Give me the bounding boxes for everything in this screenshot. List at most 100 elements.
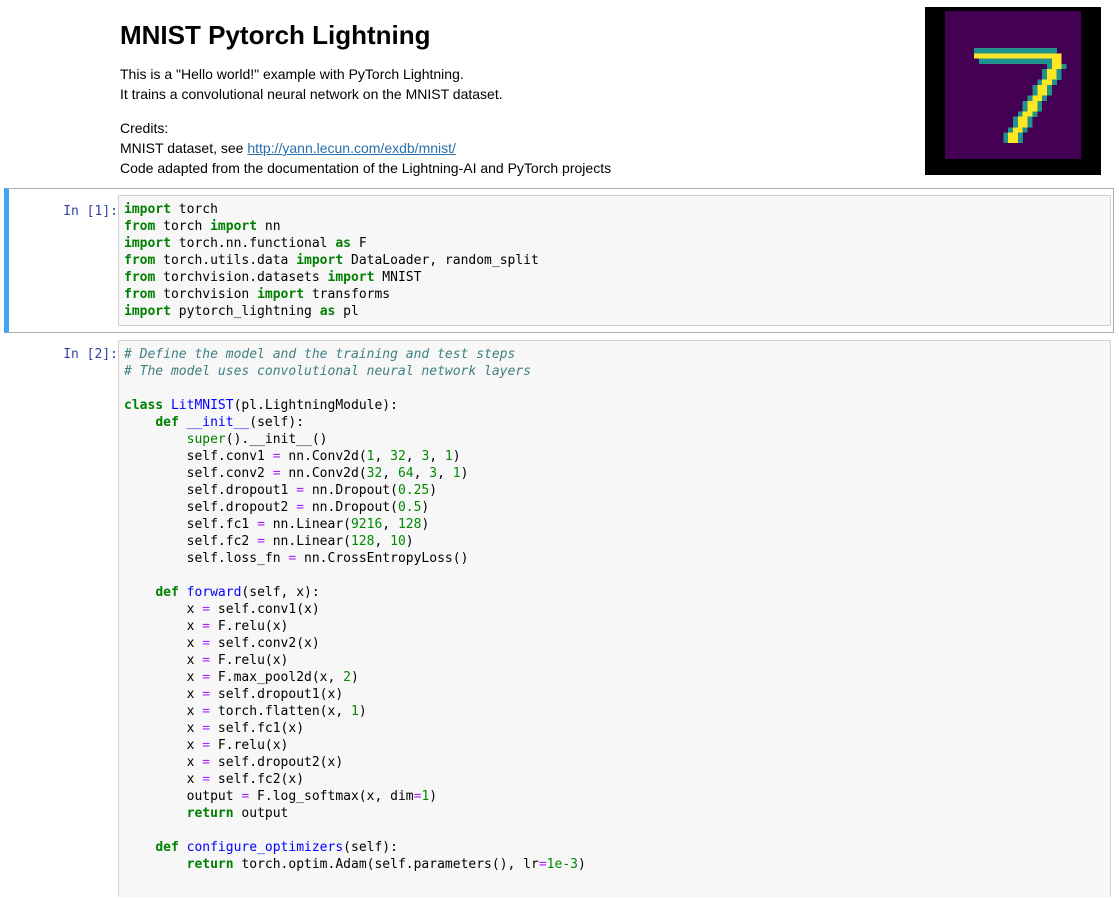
code-token: 1: [444, 449, 453, 464]
code-token: x: [124, 772, 203, 787]
code-token: nn.Dropout(: [304, 500, 398, 515]
code-token: self.fc2(x): [210, 772, 305, 787]
code-token: return: [186, 857, 234, 872]
code-line: self.dropout2 = nn.Dropout(0.5): [124, 500, 430, 515]
code-line: return torch.optim.Adam(self.parameters(…: [124, 857, 586, 872]
code-line: output = F.log_softmax(x, dim=1): [124, 789, 437, 804]
code-cell-2[interactable]: In [2]: # Define the model and the train…: [4, 338, 1114, 898]
code-cell-1[interactable]: In [1]: import torch from torch import n…: [4, 188, 1114, 333]
code-token: x: [124, 602, 203, 617]
code-line: x = F.max_pool2d(x, 2): [124, 670, 359, 685]
code-token: 0.5: [397, 500, 422, 515]
code-token: ): [429, 789, 438, 804]
code-token: forward: [186, 585, 242, 600]
code-token: x: [124, 619, 203, 634]
code-token: def: [155, 585, 179, 600]
code-token: self.fc1(x): [210, 721, 305, 736]
code-token: import: [327, 270, 375, 285]
code-token: =: [538, 857, 547, 872]
code-token: (pl.LightningModule):: [233, 398, 398, 413]
code-line: import torch: [124, 202, 218, 217]
markdown-cell[interactable]: MNIST Pytorch Lightning This is a "Hello…: [120, 18, 900, 178]
code-token: ,: [437, 466, 453, 481]
code-token: self.conv2(x): [210, 636, 320, 651]
code-token: def: [155, 840, 179, 855]
code-line: def forward(self, x):: [124, 585, 320, 600]
code-token: nn.Dropout(: [304, 483, 398, 498]
code-token: torch.optim.Adam(self.parameters(), lr: [233, 857, 539, 872]
code-token: =: [202, 653, 211, 668]
page-title: MNIST Pytorch Lightning: [120, 20, 431, 50]
code-token: import: [124, 304, 171, 319]
code-token: self.fc2: [124, 534, 258, 549]
code-token: pytorch_lightning: [170, 304, 320, 319]
code-token: transforms: [304, 287, 391, 302]
code-line: self.conv2 = nn.Conv2d(32, 64, 3, 1): [124, 466, 469, 481]
code-input-area[interactable]: # Define the model and the training and …: [118, 340, 1111, 897]
code-token: F: [351, 236, 367, 251]
code-token: from: [124, 270, 156, 285]
code-token: F.max_pool2d(x,: [210, 670, 344, 685]
code-token: 1: [351, 704, 359, 719]
code-token: class: [124, 398, 164, 413]
code-token: (self, x):: [241, 585, 320, 600]
code-token: self.conv1: [124, 449, 273, 464]
code-token: ): [452, 449, 461, 464]
code-token: from: [124, 219, 156, 234]
credits-dataset-line: MNIST dataset, see http://yann.lecun.com…: [120, 138, 900, 158]
code-token: from: [124, 253, 156, 268]
code-token: ().__init__(): [225, 432, 328, 447]
code-token: torch: [155, 219, 211, 234]
code-token: ): [358, 704, 367, 719]
code-input-area[interactable]: import torch from torch import nn import…: [118, 195, 1111, 326]
code-token: self.fc1: [124, 517, 258, 532]
code-token: LitMNIST: [170, 398, 234, 413]
code-line: # Define the model and the training and …: [124, 347, 515, 362]
code-token: torch.utils.data: [155, 253, 297, 268]
code-token: x: [124, 738, 203, 753]
code-token: F.log_softmax(x, dim: [249, 789, 414, 804]
mnist-dataset-link[interactable]: http://yann.lecun.com/exdb/mnist/: [247, 140, 456, 156]
code-line: class LitMNIST(pl.LightningModule):: [124, 398, 398, 413]
code-token: x: [124, 721, 203, 736]
code-line: from torchvision import transforms: [124, 287, 390, 302]
code-token: F.relu(x): [210, 653, 289, 668]
code-token: =: [202, 670, 211, 685]
code-token: x: [124, 670, 203, 685]
code-token: torch: [170, 202, 218, 217]
code-editor[interactable]: # Define the model and the training and …: [119, 341, 1110, 873]
code-token: 64: [397, 466, 414, 481]
code-token: nn.CrossEntropyLoss(): [296, 551, 469, 566]
code-token: =: [202, 619, 211, 634]
code-token: 2: [343, 670, 351, 685]
code-line: self.dropout1 = nn.Dropout(0.25): [124, 483, 437, 498]
code-token: self.conv2: [124, 466, 273, 481]
code-line: x = F.relu(x): [124, 653, 289, 668]
code-token: =: [272, 466, 281, 481]
code-token: ,: [382, 466, 398, 481]
code-token: return: [186, 806, 234, 821]
code-editor[interactable]: import torch from torch import nn import…: [119, 196, 1110, 320]
code-token: super: [186, 432, 226, 447]
code-token: =: [272, 449, 281, 464]
code-token: # Define the model and the training and …: [124, 347, 516, 362]
code-line: self.conv1 = nn.Conv2d(1, 32, 3, 1): [124, 449, 461, 464]
code-token: ,: [374, 449, 391, 464]
code-line: return output: [124, 806, 289, 821]
code-token: import: [296, 253, 344, 268]
code-token: 3: [429, 466, 438, 481]
code-token: def: [155, 415, 179, 430]
code-token: torch.flatten(x,: [210, 704, 351, 719]
digit-seven-figure: [945, 11, 1081, 159]
code-token: ): [460, 466, 469, 481]
code-token: (self):: [249, 415, 305, 430]
code-token: ): [429, 483, 438, 498]
code-token: nn.Conv2d(: [280, 466, 367, 481]
code-token: x: [124, 653, 203, 668]
code-token: ): [351, 670, 359, 685]
